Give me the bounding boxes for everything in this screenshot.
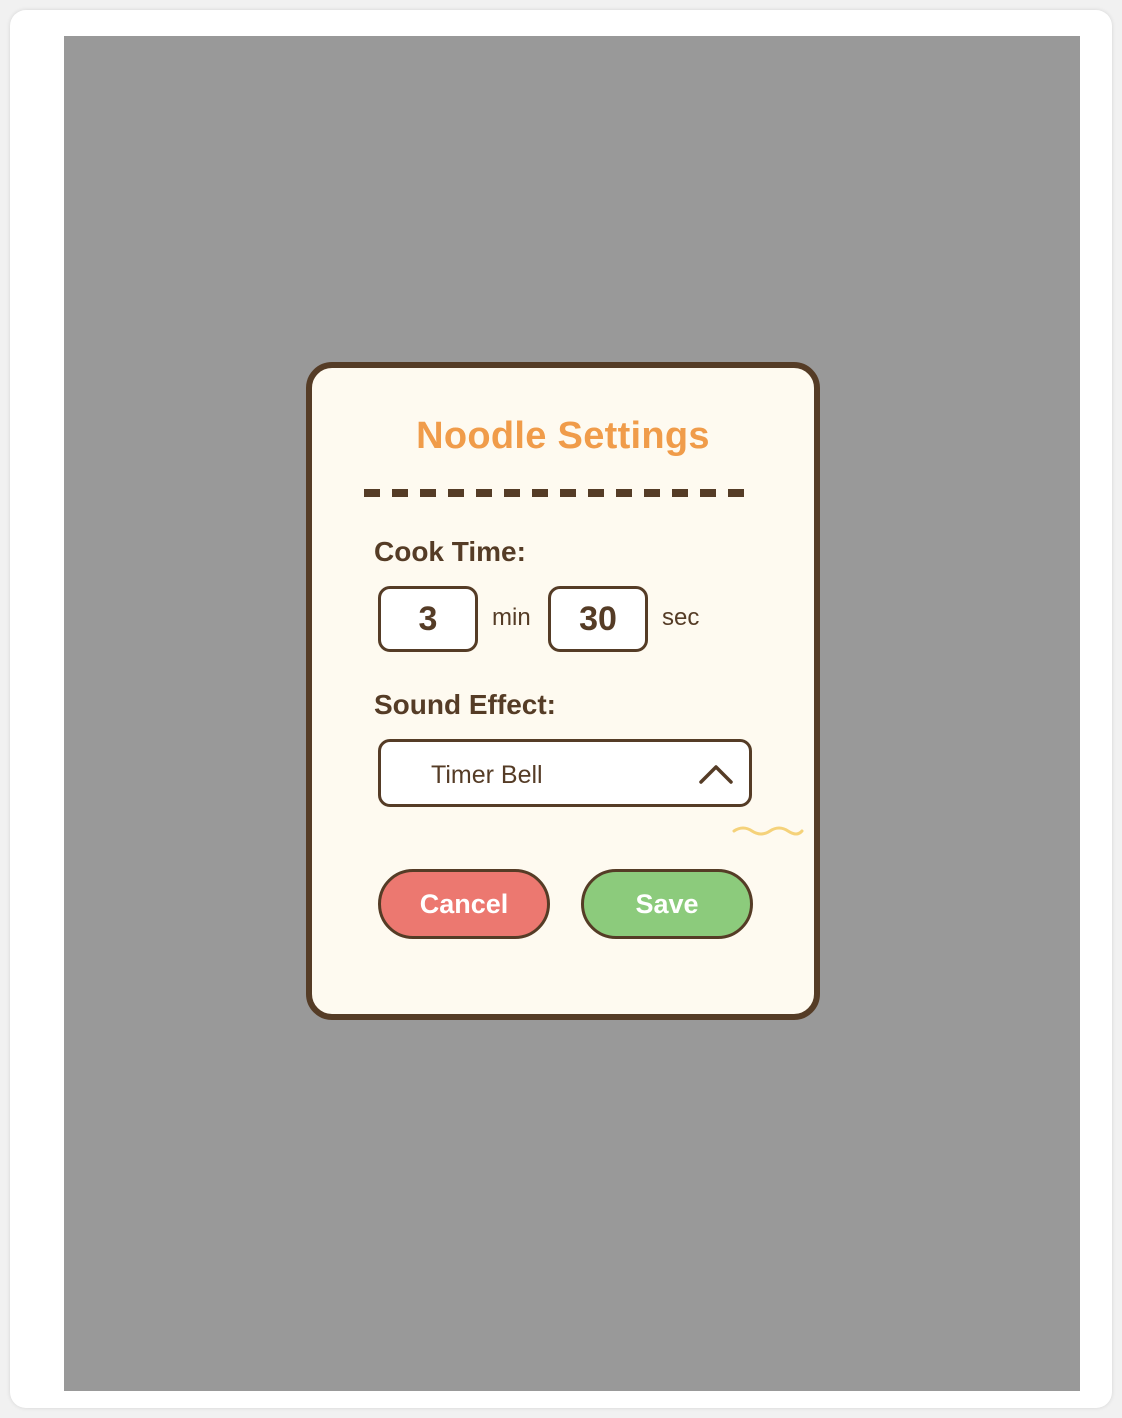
minutes-unit-label: min bbox=[492, 604, 531, 631]
noodle-settings-dialog: Noodle Settings Cook Time: min sec Sound… bbox=[306, 362, 820, 1020]
cancel-button[interactable]: Cancel bbox=[378, 869, 550, 939]
seconds-input[interactable] bbox=[548, 586, 648, 652]
sound-effect-select[interactable]: Timer Bell bbox=[378, 739, 752, 807]
chevron-up-icon bbox=[699, 765, 733, 784]
sound-effect-label: Sound Effect: bbox=[374, 689, 556, 720]
dashed-divider bbox=[364, 489, 756, 497]
dialog-title: Noodle Settings bbox=[416, 415, 710, 457]
seconds-unit-label: sec bbox=[662, 604, 700, 631]
minutes-input[interactable] bbox=[378, 586, 478, 652]
noodle-squiggle-decoration bbox=[732, 826, 804, 836]
save-button[interactable]: Save bbox=[581, 869, 753, 939]
sound-effect-selected-value: Timer Bell bbox=[431, 761, 543, 789]
cook-time-label: Cook Time: bbox=[374, 536, 526, 567]
